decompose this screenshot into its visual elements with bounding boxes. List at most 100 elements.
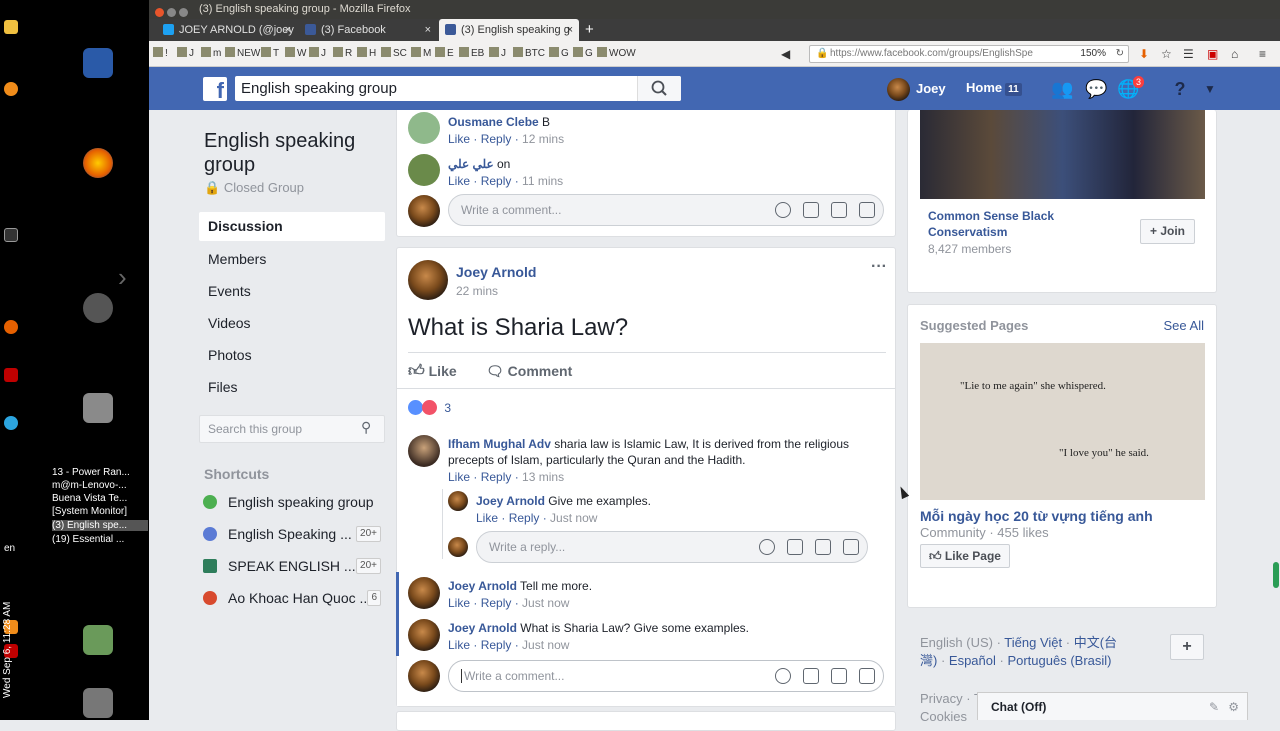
- post-author-name[interactable]: Joey Arnold: [456, 264, 536, 280]
- sticker-icon[interactable]: [859, 668, 875, 684]
- close-window-icon[interactable]: [155, 8, 164, 17]
- taskbar-window-1[interactable]: m@m-Lenovo-...: [52, 480, 148, 491]
- app-launcher-icon[interactable]: [4, 20, 18, 34]
- bookmark-star-icon[interactable]: ☆: [1161, 47, 1172, 61]
- like-page-button[interactable]: 👍︎ Like Page: [920, 544, 1010, 568]
- suggested-page-name[interactable]: Mỗi ngày học 20 từ vựng tiếng anh: [920, 508, 1153, 524]
- post-author-avatar[interactable]: [408, 260, 448, 300]
- telegram-icon[interactable]: [4, 416, 18, 430]
- tab-english-speaking-group[interactable]: (3) English speaking g ×: [439, 19, 579, 41]
- commenter-avatar[interactable]: [408, 435, 440, 467]
- write-reply-input[interactable]: Write a reply...: [476, 531, 868, 563]
- commenter-name[interactable]: Ousmane Clebe: [448, 115, 539, 129]
- camera-icon[interactable]: [787, 539, 803, 555]
- suggested-page-image[interactable]: "Lie to me again" she whispered. "I love…: [920, 343, 1205, 500]
- bookmark-item[interactable]: J: [489, 47, 506, 61]
- shortcut-ao-khoac[interactable]: Ao Khoac Han Quoc ... 6: [203, 588, 385, 608]
- commenter-name[interactable]: Joey Arnold: [448, 579, 517, 593]
- close-tab-icon[interactable]: ×: [285, 19, 291, 41]
- comment-time[interactable]: Just now: [522, 638, 569, 652]
- chat-bar[interactable]: Chat (Off) ✎ ⚙: [977, 692, 1248, 720]
- bitcoin-icon[interactable]: [4, 82, 18, 96]
- reading-list-icon[interactable]: ☰: [1183, 47, 1194, 61]
- reply-link[interactable]: Reply: [509, 511, 540, 525]
- comment-time[interactable]: 12 mins: [522, 132, 564, 146]
- zoom-level[interactable]: 150%: [1080, 46, 1106, 62]
- commenter-avatar[interactable]: [408, 619, 440, 651]
- suggested-group-image[interactable]: [920, 110, 1205, 199]
- taskbar-window-5[interactable]: (19) Essential ...: [52, 534, 148, 545]
- document-desktop-icon[interactable]: [83, 48, 113, 78]
- bookmark-item[interactable]: SC: [381, 47, 407, 61]
- see-all-link[interactable]: See All: [1164, 318, 1204, 333]
- like-link[interactable]: Like: [448, 596, 470, 610]
- compose-icon[interactable]: ✎: [1209, 693, 1219, 721]
- cookies-link[interactable]: Cookies: [920, 709, 967, 724]
- post-time[interactable]: 22 mins: [456, 284, 498, 298]
- bookmark-item[interactable]: M: [411, 47, 431, 61]
- filezilla-icon[interactable]: [4, 368, 18, 382]
- friend-requests-icon[interactable]: 👥: [1051, 79, 1073, 99]
- language-vietnamese[interactable]: Tiếng Việt: [1004, 635, 1062, 650]
- reply-link[interactable]: Reply: [481, 174, 512, 188]
- bookmark-item[interactable]: T: [261, 47, 279, 61]
- group-name[interactable]: English speaking group: [204, 129, 384, 177]
- sticker-icon[interactable]: [843, 539, 859, 555]
- firefox-desktop-icon[interactable]: [83, 148, 113, 178]
- commenter-name[interactable]: Ifham Mughal Adv: [448, 437, 551, 451]
- emoji-icon[interactable]: [775, 202, 791, 218]
- bookmark-item[interactable]: EB: [459, 47, 484, 61]
- gif-icon[interactable]: [815, 539, 831, 555]
- reply-link[interactable]: Reply: [481, 132, 512, 146]
- like-link[interactable]: Like: [448, 470, 470, 484]
- new-tab-button[interactable]: +: [585, 19, 594, 41]
- like-link[interactable]: Like: [476, 511, 498, 525]
- like-link[interactable]: Like: [448, 174, 470, 188]
- clock[interactable]: Wed Sep 6, 11:28 AM: [2, 602, 13, 698]
- language-portuguese[interactable]: Português (Brasil): [1007, 653, 1111, 668]
- bookmark-item[interactable]: NEW: [225, 47, 260, 61]
- group-search-input[interactable]: Search this group: [199, 415, 385, 443]
- reload-icon[interactable]: ↻: [1116, 46, 1124, 62]
- home-icon[interactable]: ⌂: [1231, 47, 1238, 61]
- home-link[interactable]: Home 11: [966, 80, 1022, 96]
- tab-facebook[interactable]: (3) Facebook ×: [299, 19, 437, 41]
- bookmark-item[interactable]: E: [435, 47, 454, 61]
- commenter-avatar[interactable]: [408, 112, 440, 144]
- trash-desktop-icon[interactable]: [83, 688, 113, 718]
- suggested-group-name[interactable]: Common Sense Black Conservatism: [928, 208, 1128, 240]
- shortcut-speak-english[interactable]: SPEAK ENGLISH ... 20+: [203, 556, 385, 576]
- help-icon[interactable]: ?: [1169, 79, 1191, 99]
- nav-events[interactable]: Events: [199, 277, 385, 306]
- language-indicator[interactable]: en: [4, 543, 15, 554]
- close-tab-icon[interactable]: ×: [567, 19, 573, 41]
- reactions-summary[interactable]: 3: [408, 400, 451, 416]
- comment-button[interactable]: 🗨︎ Comment: [486, 361, 572, 381]
- comment-time[interactable]: 11 mins: [522, 174, 563, 188]
- comment-time[interactable]: 13 mins: [522, 470, 564, 484]
- terminal-icon[interactable]: [4, 228, 18, 242]
- bookmark-item[interactable]: G: [573, 47, 593, 61]
- taskbar-window-2[interactable]: Buena Vista Te...: [52, 493, 148, 504]
- comment-time[interactable]: Just now: [522, 596, 569, 610]
- menu-icon[interactable]: ≡: [1259, 47, 1266, 61]
- shortcut-english-speaking[interactable]: English Speaking ... 20+: [203, 524, 385, 544]
- nav-videos[interactable]: Videos: [199, 309, 385, 338]
- reply-avatar[interactable]: [448, 491, 468, 511]
- camera-icon[interactable]: [803, 202, 819, 218]
- profile-link[interactable]: Joey: [887, 77, 946, 102]
- taskbar-window-3[interactable]: [System Monitor]: [52, 506, 148, 517]
- language-spanish[interactable]: Español: [949, 653, 996, 668]
- gif-icon[interactable]: [831, 202, 847, 218]
- bookmark-item[interactable]: BTC: [513, 47, 545, 61]
- add-language-button[interactable]: +: [1170, 634, 1204, 660]
- shortcut-english-speaking-group[interactable]: English speaking group: [203, 492, 385, 512]
- camera-icon[interactable]: [803, 668, 819, 684]
- commenter-avatar[interactable]: [408, 577, 440, 609]
- taskbar-window-0[interactable]: 13 - Power Ran...: [52, 467, 148, 478]
- commenter-name[interactable]: علي علي: [448, 157, 494, 171]
- write-comment-input[interactable]: Write a comment...: [448, 194, 884, 226]
- nav-photos[interactable]: Photos: [199, 341, 385, 370]
- nav-discussion[interactable]: Discussion: [199, 212, 385, 241]
- commenter-name[interactable]: Joey Arnold: [448, 621, 517, 635]
